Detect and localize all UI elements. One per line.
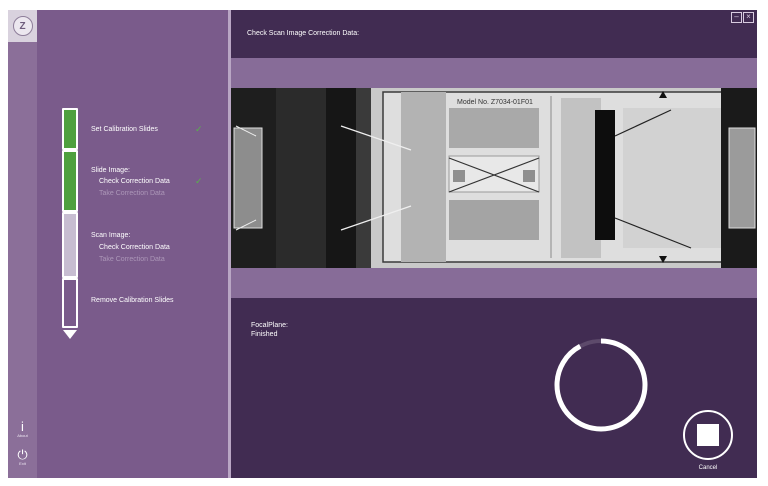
cancel-button[interactable]: [683, 410, 733, 460]
step-slide-check: Check Correction Data: [99, 178, 170, 185]
scan-image: Model No. Z7034-01F01: [231, 88, 757, 268]
step-scan-check: Check Correction Data: [99, 244, 170, 251]
step-progress-bar: [62, 108, 78, 340]
page-title: Check Scan Image Correction Data:: [247, 30, 360, 37]
image-band-bottom: [231, 268, 757, 298]
close-button[interactable]: ×: [743, 12, 754, 23]
step-set-calibration: Set Calibration Slides: [91, 126, 158, 133]
minimize-button[interactable]: –: [731, 12, 742, 23]
progress-segment-remove: [62, 278, 78, 328]
logo-letter: Z: [19, 20, 26, 32]
focal-plane-title: FocalPlane:: [251, 322, 288, 329]
progress-ring-fill: [554, 338, 648, 432]
exit-button[interactable]: ⏻ Exit: [8, 448, 37, 466]
cancel-label: Cancel: [698, 465, 718, 471]
scan-model-text: Model No. Z7034-01F01: [457, 99, 533, 106]
progress-ring: [554, 338, 648, 432]
progress-segment-slide-image: [62, 150, 78, 212]
scan-image-graphic: Model No. Z7034-01F01: [231, 88, 757, 268]
progress-arrow-icon: [63, 330, 77, 339]
focal-plane-status: FocalPlane: Finished: [251, 321, 288, 339]
progress-segment-calibration: [62, 108, 78, 150]
info-icon: i: [21, 419, 24, 434]
step-remove-calibration: Remove Calibration Slides: [91, 297, 174, 304]
about-button[interactable]: i About: [8, 420, 37, 438]
icon-rail: Z i About ⏻ Exit: [8, 10, 37, 478]
image-band-top: [231, 58, 757, 88]
about-label: About: [17, 433, 28, 438]
step-scan-image: Scan Image:: [91, 232, 131, 239]
steps-panel: Set Calibration Slides ✓ Slide Image: Ch…: [37, 10, 228, 478]
step-slide-image: Slide Image:: [91, 167, 130, 174]
app-window: Z i About ⏻ Exit Set Calibration Slides …: [0, 0, 768, 486]
step-scan-take: Take Correction Data: [99, 256, 165, 263]
check-icon: ✓: [195, 124, 203, 134]
check-icon: ✓: [195, 176, 203, 186]
main-area: Check Scan Image Correction Data: – × Mo…: [231, 10, 757, 478]
app-logo: Z: [8, 10, 37, 42]
logo-icon: Z: [12, 16, 33, 36]
progress-segment-scan-image: [62, 212, 78, 278]
stop-icon: [697, 424, 719, 446]
step-slide-take: Take Correction Data: [99, 190, 165, 197]
exit-label: Exit: [19, 461, 26, 466]
power-icon: ⏻: [17, 447, 28, 462]
focal-plane-state: Finished: [251, 331, 278, 338]
